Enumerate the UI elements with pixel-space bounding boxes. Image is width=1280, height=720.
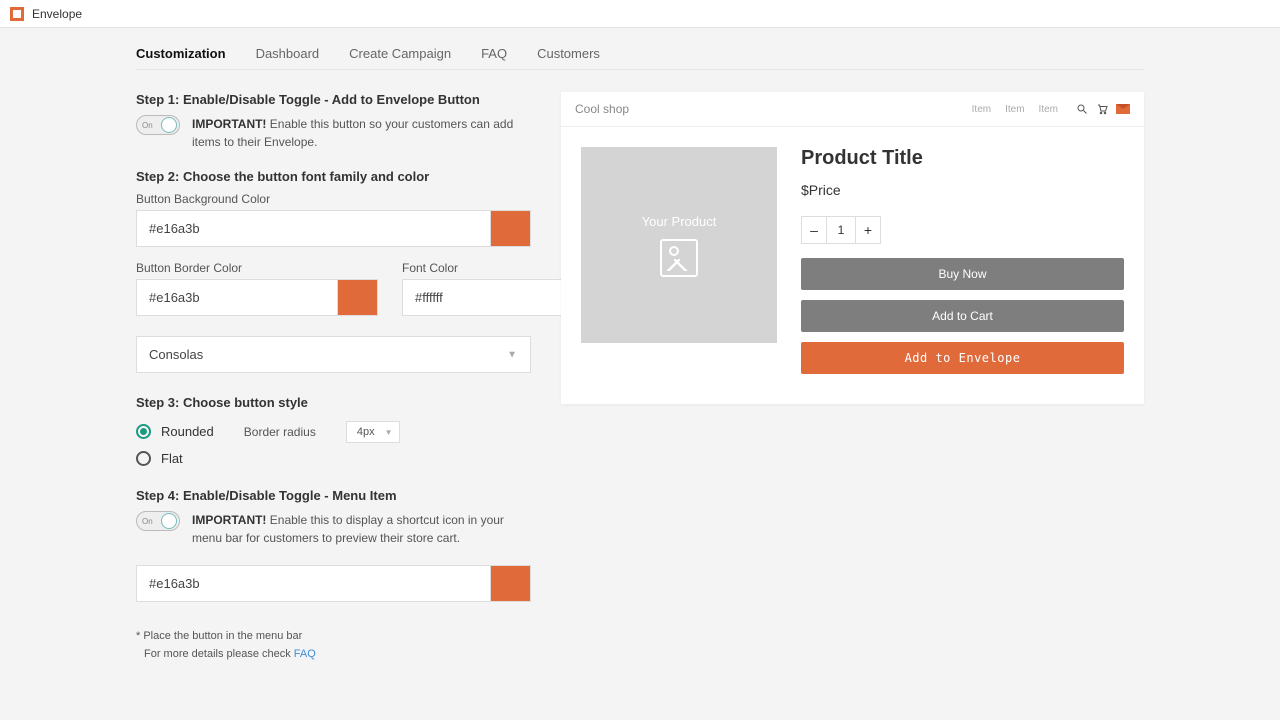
radius-label: Border radius <box>244 425 316 439</box>
step3-title: Step 3: Choose button style <box>136 395 531 410</box>
app-title: Envelope <box>32 7 82 21</box>
menu-icon-color-swatch[interactable] <box>491 565 531 602</box>
toggle-knob-icon <box>161 513 177 529</box>
radio-flat[interactable] <box>136 451 151 466</box>
preview-product-price: $Price <box>801 182 1124 198</box>
search-icon <box>1076 103 1088 115</box>
preview-envelope-button[interactable]: Add to Envelope <box>801 342 1124 374</box>
qty-plus-button[interactable]: + <box>855 216 881 244</box>
toggle-add-to-envelope[interactable]: On <box>136 115 180 135</box>
border-color-label: Button Border Color <box>136 261 378 275</box>
toggle-knob-icon <box>161 117 177 133</box>
tab-customers[interactable]: Customers <box>537 38 600 69</box>
cart-icon <box>1096 103 1108 115</box>
preview-qty-stepper: – 1 + <box>801 216 1124 244</box>
top-bar: Envelope <box>0 0 1280 28</box>
preview-shop-name: Cool shop <box>575 102 629 116</box>
border-color-swatch[interactable] <box>338 279 378 316</box>
menu-icon-color-input[interactable] <box>136 565 491 602</box>
preview-product-image: Your Product <box>581 147 777 343</box>
settings-panel: Step 1: Enable/Disable Toggle - Add to E… <box>136 92 531 663</box>
border-color-input[interactable] <box>136 279 338 316</box>
preview-menu: Item Item Item <box>972 104 1058 115</box>
step1-title: Step 1: Enable/Disable Toggle - Add to E… <box>136 92 531 107</box>
image-placeholder-icon <box>660 239 698 277</box>
radio-flat-label: Flat <box>161 451 183 466</box>
radio-rounded-label: Rounded <box>161 424 214 439</box>
preview-menu-item: Item <box>1039 104 1058 115</box>
bg-color-label: Button Background Color <box>136 192 531 206</box>
tab-customization[interactable]: Customization <box>136 38 226 69</box>
preview-buy-button[interactable]: Buy Now <box>801 258 1124 290</box>
preview-menu-item: Item <box>972 104 991 115</box>
chevron-down-icon: ▼ <box>385 428 393 437</box>
qty-minus-button[interactable]: – <box>801 216 827 244</box>
font-family-select[interactable]: Consolas <box>136 336 531 373</box>
step2-title: Step 2: Choose the button font family an… <box>136 169 531 184</box>
envelope-icon <box>1116 104 1130 114</box>
tab-faq[interactable]: FAQ <box>481 38 507 69</box>
step1-note: IMPORTANT! Enable this button so your cu… <box>192 115 531 151</box>
footer-note: * Place the button in the menu bar For m… <box>136 628 531 663</box>
toggle-menu-item[interactable]: On <box>136 511 180 531</box>
preview-product-title: Product Title <box>801 147 1124 170</box>
radius-select[interactable]: 4px▼ <box>346 421 400 443</box>
faq-link[interactable]: FAQ <box>294 648 316 660</box>
app-logo-icon <box>10 7 24 21</box>
step4-title: Step 4: Enable/Disable Toggle - Menu Ite… <box>136 488 531 503</box>
preview-card: Cool shop Item Item Item Your Product <box>561 92 1144 404</box>
chevron-down-icon: ▼ <box>507 349 517 360</box>
bg-color-swatch[interactable] <box>491 210 531 247</box>
step4-note: IMPORTANT! Enable this to display a shor… <box>192 511 531 547</box>
preview-cart-button[interactable]: Add to Cart <box>801 300 1124 332</box>
nav-tabs: Customization Dashboard Create Campaign … <box>136 28 1144 70</box>
radio-rounded[interactable] <box>136 424 151 439</box>
preview-menu-item: Item <box>1005 104 1024 115</box>
tab-create-campaign[interactable]: Create Campaign <box>349 38 451 69</box>
qty-value: 1 <box>827 216 855 244</box>
bg-color-input[interactable] <box>136 210 491 247</box>
tab-dashboard[interactable]: Dashboard <box>256 38 320 69</box>
